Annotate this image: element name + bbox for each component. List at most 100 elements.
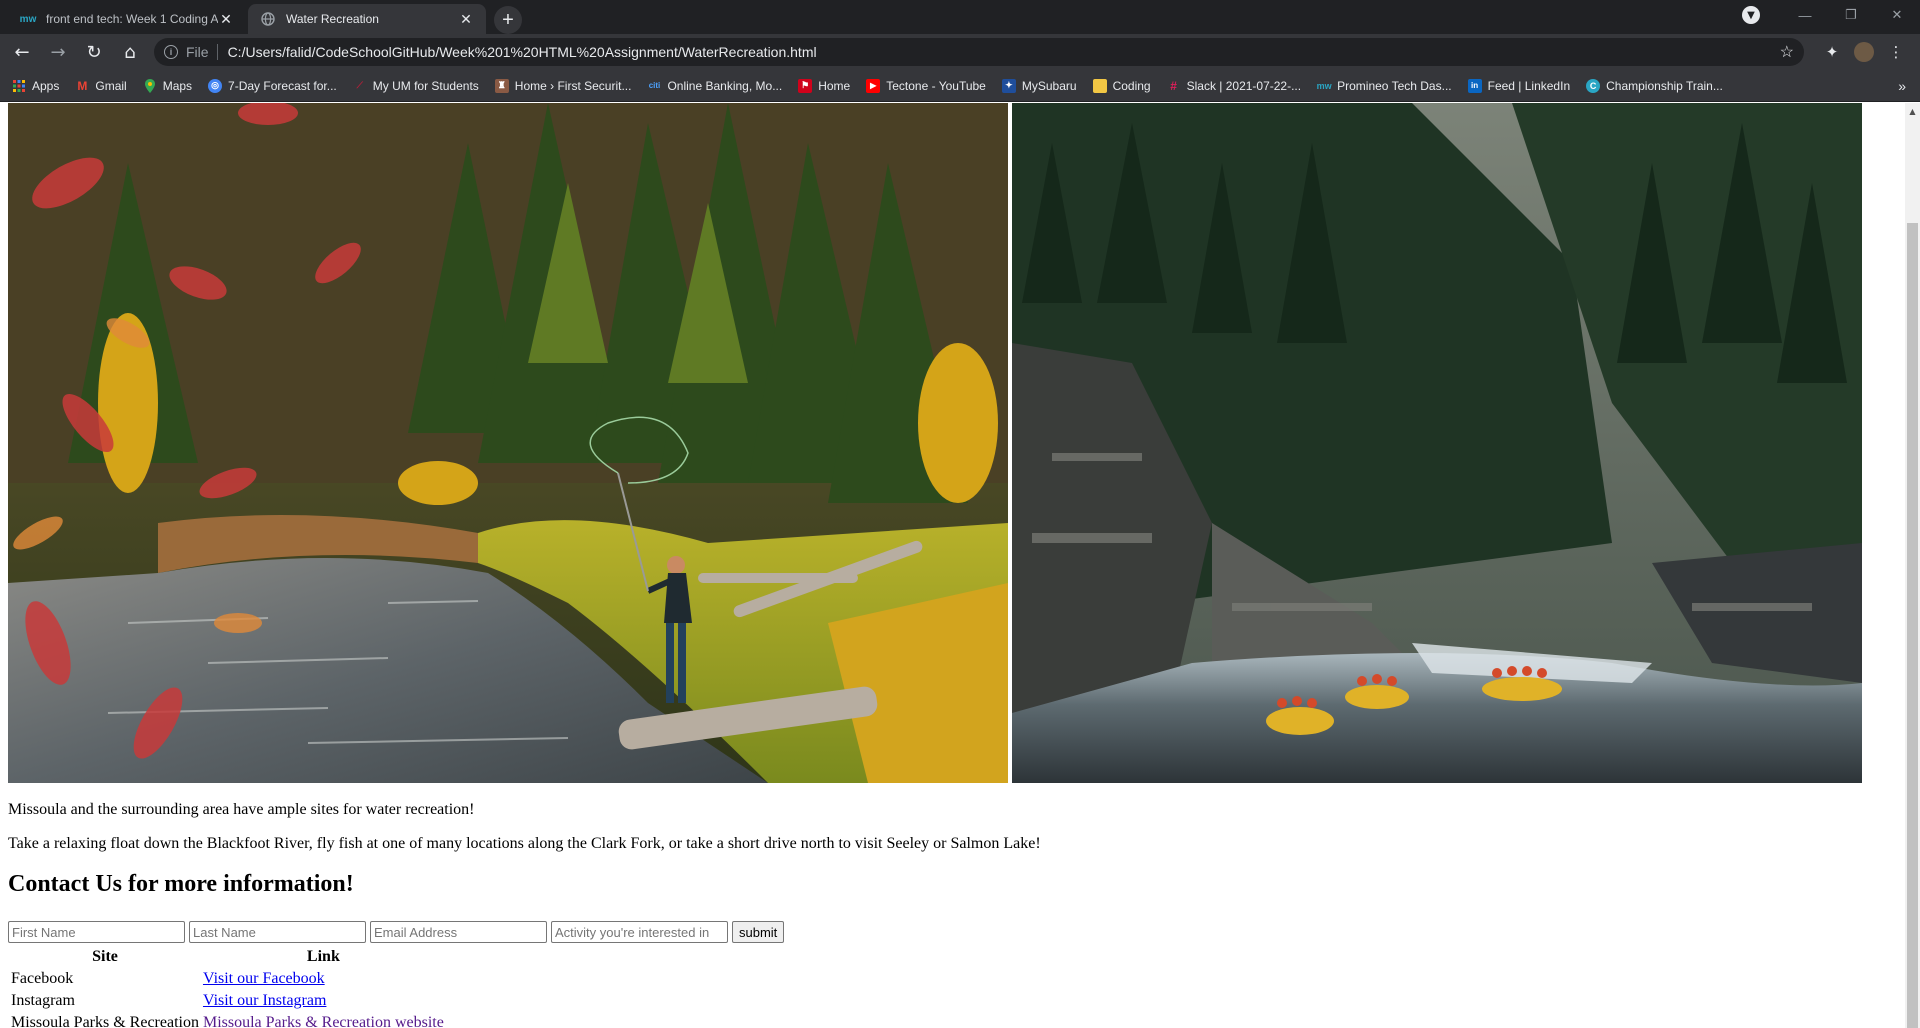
bookmark-label: Promineo Tech Das... [1337, 78, 1452, 93]
address-bar[interactable]: i File C:/Users/falid/CodeSchoolGitHub/W… [154, 38, 1804, 66]
extensions-puzzle-icon[interactable]: ✦ [1818, 38, 1846, 66]
bookmark-label: Feed | LinkedIn [1487, 78, 1571, 93]
window-controls: ▼ — ❐ ✕ [1742, 0, 1920, 30]
bookmark-first-security[interactable]: ♜ Home › First Securit... [494, 78, 632, 93]
bookmark-star-icon[interactable]: ☆ [1780, 42, 1794, 62]
globe-icon [260, 11, 276, 27]
bookmark-label: Apps [32, 78, 60, 93]
link-cell: Visit our Facebook [202, 969, 445, 989]
bookmark-label: Maps [162, 78, 193, 93]
tab-coding-assignment[interactable]: mw front end tech: Week 1 Coding A ✕ [8, 4, 246, 34]
bookmark-championship[interactable]: C Championship Train... [1586, 78, 1723, 93]
bookmarks-bar: Apps M Gmail Maps ◎ 7-Day Forecast for..… [0, 70, 1920, 102]
bookmark-home[interactable]: ⚑ Home [798, 78, 851, 93]
table-row: Instagram Visit our Instagram [10, 991, 445, 1011]
bookmark-apps[interactable]: Apps [12, 79, 59, 93]
vertical-scrollbar[interactable]: ▲ [1905, 103, 1920, 1028]
slack-icon: # [1170, 78, 1177, 93]
citi-icon: citi [648, 81, 661, 90]
bookmarks-overflow-icon[interactable]: » [1898, 78, 1906, 94]
close-icon[interactable]: ✕ [458, 11, 474, 28]
bookmark-my-um[interactable]: ⟋ My UM for Students [353, 79, 479, 93]
link-cell: Visit our Instagram [202, 991, 445, 1011]
contact-form: submit [8, 921, 785, 943]
restore-icon[interactable]: ❐ [1828, 7, 1874, 23]
photo-row [8, 103, 1862, 783]
bookmark-label: Home [818, 78, 851, 93]
close-icon[interactable]: ✕ [218, 11, 234, 28]
rafting-photo [1012, 103, 1862, 783]
intro-paragraph: Missoula and the surrounding area have a… [8, 801, 475, 818]
folder-icon [1092, 78, 1107, 93]
back-arrow-icon[interactable]: ← [8, 38, 36, 66]
facebook-link[interactable]: Visit our Facebook [203, 970, 325, 987]
tab-search-icon[interactable]: ▼ [1742, 6, 1760, 24]
bookmark-promineo[interactable]: mw Promineo Tech Das... [1317, 79, 1452, 93]
info-icon[interactable]: i [164, 45, 178, 59]
bookmark-label: MySubaru [1021, 78, 1077, 93]
table-header-site: Site [92, 948, 118, 965]
bookmark-label: Tectone - YouTube [886, 78, 986, 93]
last-name-field[interactable] [189, 921, 366, 943]
bookmark-youtube[interactable]: ▶ Tectone - YouTube [866, 78, 986, 93]
linkedin-icon: in [1467, 78, 1482, 93]
bookmark-label: Home › First Securit... [514, 78, 632, 93]
bank-icon: ♜ [494, 78, 509, 93]
minimize-icon[interactable]: — [1782, 8, 1828, 23]
site-cell: Instagram [11, 992, 75, 1009]
browser-toolbar: ← → ↻ ⌂ i File C:/Users/falid/CodeSchool… [0, 34, 1920, 70]
bookmark-mysubaru[interactable]: ✦ MySubaru [1001, 78, 1077, 93]
table-row: Facebook Visit our Facebook [10, 969, 445, 989]
um-icon: ⟋ [356, 80, 363, 90]
fly-fishing-photo [8, 103, 1008, 783]
link-cell: Missoula Parks & Recreation website [202, 1013, 445, 1028]
mw-favicon-icon: mw [19, 13, 37, 25]
address-divider [216, 44, 218, 60]
bookmark-label: Championship Train... [1606, 78, 1723, 93]
bookmark-coding[interactable]: Coding [1092, 78, 1151, 93]
parks-recreation-link[interactable]: Missoula Parks & Recreation website [203, 1014, 444, 1028]
submit-button[interactable]: submit [732, 921, 785, 943]
reload-icon[interactable]: ↻ [80, 38, 108, 66]
subaru-icon: ✦ [1001, 78, 1016, 93]
page-viewport: Missoula and the surrounding area have a… [0, 103, 1905, 1028]
new-tab-button[interactable]: + [494, 6, 522, 34]
apps-grid-icon [12, 79, 26, 93]
address-url[interactable]: C:/Users/falid/CodeSchoolGitHub/Week%201… [228, 44, 1780, 60]
links-table: Site Link Facebook Visit our Facebook In… [8, 945, 447, 1028]
bookmark-label: Online Banking, Mo... [667, 78, 783, 93]
close-window-icon[interactable]: ✕ [1874, 7, 1920, 23]
home-flag-icon: ⚑ [798, 78, 813, 93]
table-header-link: Link [306, 948, 340, 965]
youtube-icon: ▶ [866, 78, 881, 93]
forward-arrow-icon[interactable]: → [44, 38, 72, 66]
tab-title: Water Recreation [286, 12, 379, 26]
scroll-thumb[interactable] [1907, 223, 1918, 1028]
instagram-link[interactable]: Visit our Instagram [203, 992, 326, 1009]
bookmark-gmail[interactable]: M Gmail [75, 79, 126, 93]
email-field[interactable] [370, 921, 547, 943]
bookmark-maps[interactable]: Maps [143, 78, 193, 93]
table-row: Missoula Parks & Recreation Missoula Par… [10, 1013, 445, 1028]
table-header-row: Site Link [10, 947, 445, 967]
profile-avatar[interactable] [1850, 38, 1878, 66]
weather-icon: ◎ [208, 78, 223, 93]
bookmark-label: 7-Day Forecast for... [228, 78, 337, 93]
menu-kebab-icon[interactable]: ⋮ [1882, 38, 1910, 66]
bookmark-label: Slack | 2021-07-22-... [1186, 78, 1302, 93]
bookmark-online-banking[interactable]: citi Online Banking, Mo... [647, 78, 783, 93]
address-scheme: File [186, 44, 209, 60]
bookmark-slack[interactable]: # Slack | 2021-07-22-... [1167, 78, 1302, 93]
bookmark-label: Coding [1112, 78, 1151, 93]
bookmark-linkedin[interactable]: in Feed | LinkedIn [1467, 78, 1571, 93]
training-icon: C [1586, 78, 1601, 93]
bookmark-forecast[interactable]: ◎ 7-Day Forecast for... [208, 78, 337, 93]
activity-field[interactable] [551, 921, 728, 943]
gmail-icon: M [77, 78, 88, 93]
first-name-field[interactable] [8, 921, 185, 943]
home-icon[interactable]: ⌂ [116, 38, 144, 66]
scroll-up-arrow-icon[interactable]: ▲ [1905, 103, 1920, 119]
maps-pin-icon [143, 78, 157, 93]
details-paragraph: Take a relaxing float down the Blackfoot… [8, 835, 1041, 852]
tab-water-recreation[interactable]: Water Recreation ✕ [248, 4, 486, 34]
